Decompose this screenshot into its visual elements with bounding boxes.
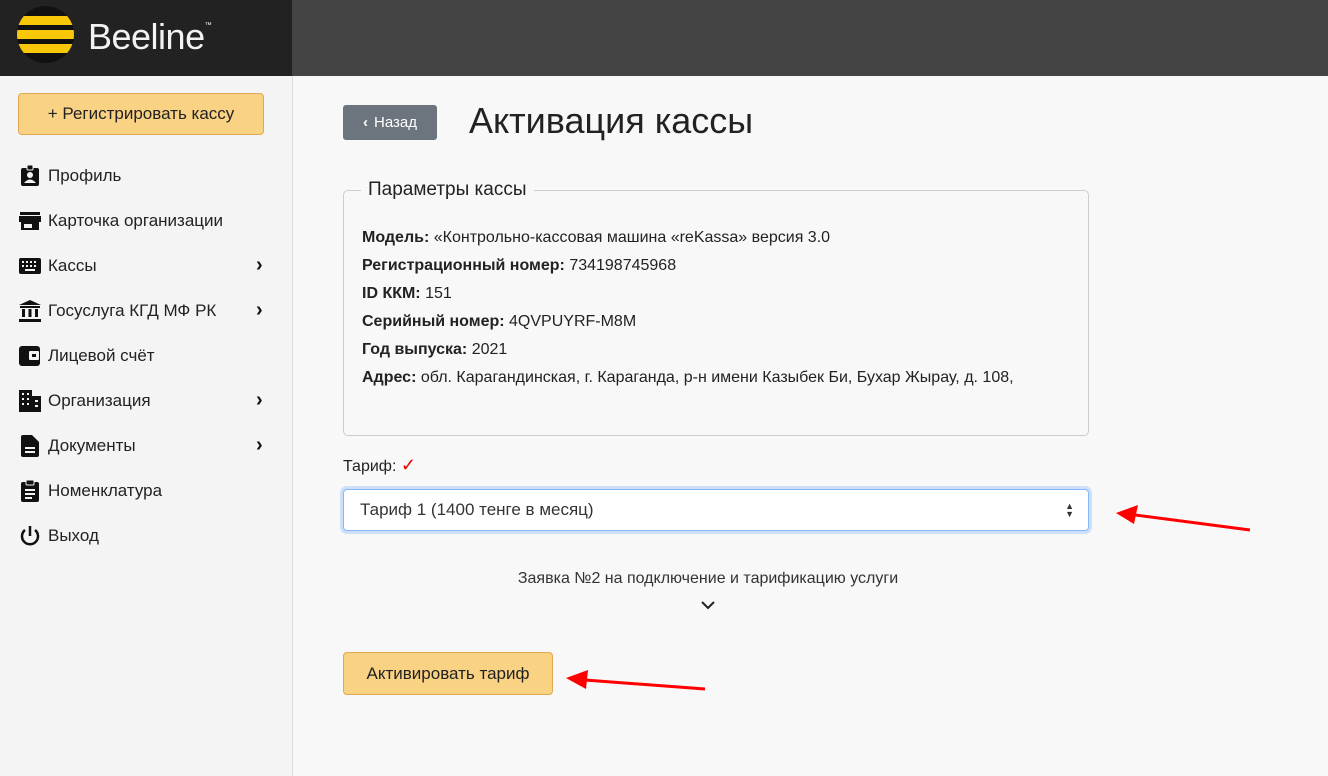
- annotation-arrow-select: [1116, 505, 1251, 532]
- annotation-arrows: [566, 505, 1251, 691]
- annotation-arrow-button: [566, 670, 706, 691]
